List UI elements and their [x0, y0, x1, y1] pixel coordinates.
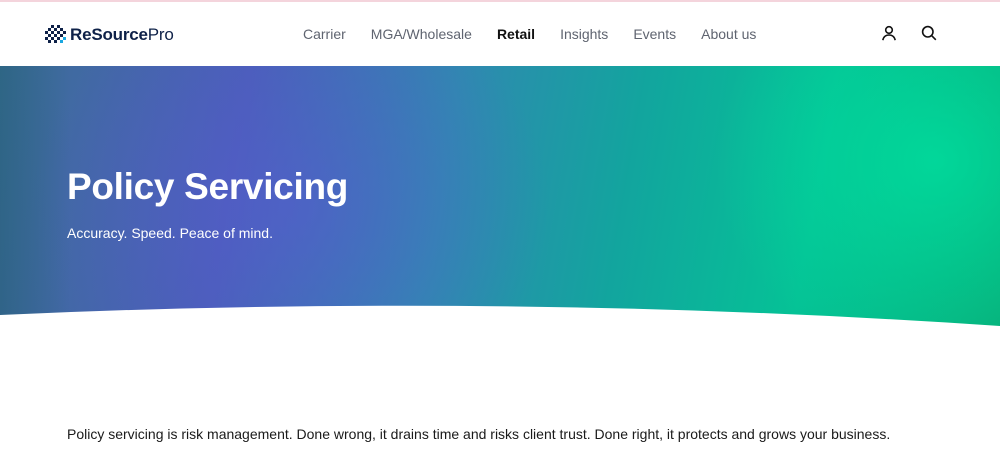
- nav-retail[interactable]: Retail: [497, 2, 535, 66]
- logo-text-pro: Pro: [147, 25, 174, 44]
- hero-subtitle: Accuracy. Speed. Peace of mind.: [67, 225, 273, 241]
- logo-text-resource: ReSource: [70, 25, 148, 44]
- nav-carrier[interactable]: Carrier: [303, 2, 346, 66]
- nav-mga-wholesale[interactable]: MGA/Wholesale: [371, 2, 472, 66]
- logo-link[interactable]: ReSourcePro: [45, 23, 174, 47]
- intro-paragraph: Policy servicing is risk management. Don…: [67, 426, 891, 442]
- search-icon[interactable]: [920, 24, 938, 42]
- hero-curve-divider: [0, 305, 1000, 338]
- site-header: ReSourcePro Carrier MGA/Wholesale Retail…: [0, 2, 1000, 66]
- nav-insights[interactable]: Insights: [560, 2, 608, 66]
- logo-text: ReSourcePro: [70, 25, 174, 45]
- header-actions: [858, 24, 938, 42]
- checkered-globe-icon: [45, 25, 66, 43]
- user-icon[interactable]: [880, 24, 898, 42]
- nav-about-us[interactable]: About us: [701, 2, 756, 66]
- hero-banner: Policy Servicing Accuracy. Speed. Peace …: [0, 66, 1000, 338]
- nav-events[interactable]: Events: [633, 2, 676, 66]
- main-nav: Carrier MGA/Wholesale Retail Insights Ev…: [303, 2, 781, 66]
- page-title: Policy Servicing: [67, 166, 349, 207]
